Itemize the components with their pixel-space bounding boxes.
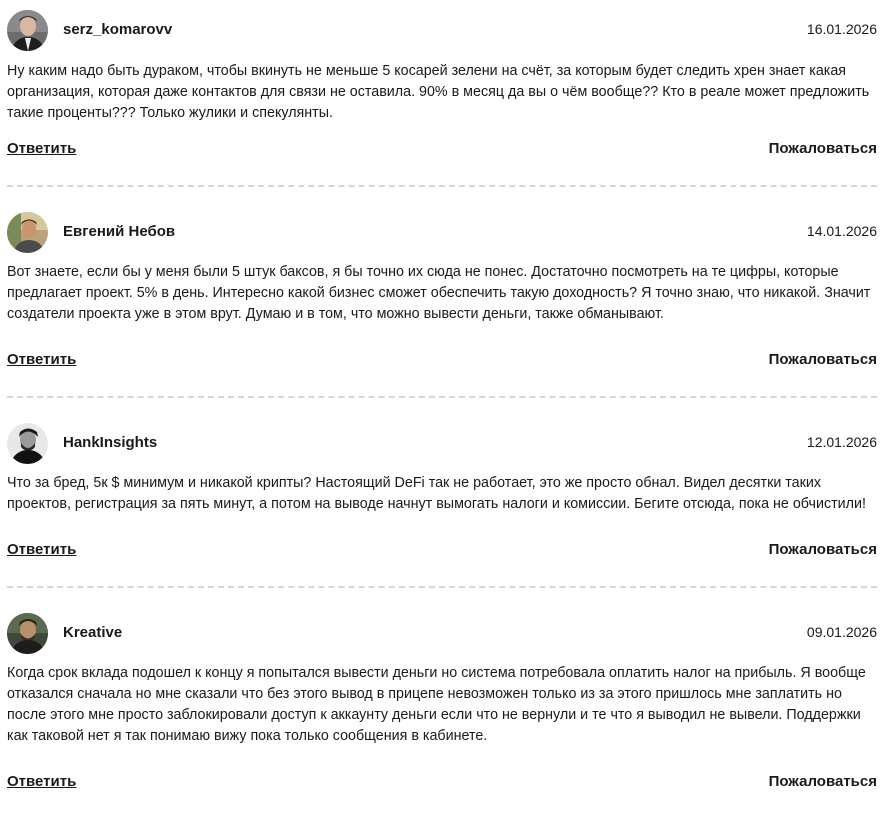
comment-author: serz_komarovv bbox=[63, 21, 173, 38]
comment-text: Ну каким надо быть дураком, чтобы вкинут… bbox=[7, 63, 870, 121]
comment-date: 12.01.2026 bbox=[806, 434, 877, 450]
comment-header: Kreative 09.01.2026 bbox=[7, 613, 877, 655]
comment-author: Kreative bbox=[63, 624, 123, 641]
reply-link[interactable]: Ответить bbox=[7, 351, 76, 368]
comment-actions: Ответить Пожаловаться bbox=[7, 541, 877, 563]
comment-date: 16.01.2026 bbox=[806, 21, 877, 37]
reply-link[interactable]: Ответить bbox=[7, 773, 76, 790]
avatar[interactable] bbox=[7, 212, 48, 253]
comment-date: 14.01.2026 bbox=[806, 223, 877, 239]
report-link[interactable]: Пожаловаться bbox=[769, 140, 877, 157]
comment-header: HankInsights 12.01.2026 bbox=[7, 423, 877, 465]
comment-divider bbox=[7, 185, 877, 187]
comments-list: serz_komarovv 16.01.2026 Ну каким надо б… bbox=[7, 0, 877, 817]
comment-text: Вот знаете, если бы у меня были 5 штук б… bbox=[7, 264, 871, 322]
comment-header: serz_komarovv 16.01.2026 bbox=[7, 10, 877, 52]
avatar[interactable] bbox=[7, 423, 48, 464]
comment: HankInsights 12.01.2026 Что за бред, 5к … bbox=[7, 412, 877, 602]
comment-text: Что за бред, 5к $ минимум и никакой крип… bbox=[7, 475, 866, 512]
avatar[interactable] bbox=[7, 613, 48, 654]
comment-actions: Ответить Пожаловаться bbox=[7, 773, 877, 795]
comment-text: Когда срок вклада подошел к концу я попы… bbox=[7, 665, 866, 744]
comment-actions: Ответить Пожаловаться bbox=[7, 140, 877, 162]
comment: Евгений Небов 14.01.2026 Вот знаете, есл… bbox=[7, 201, 877, 412]
comment-divider bbox=[7, 586, 877, 588]
reply-link[interactable]: Ответить bbox=[7, 140, 76, 157]
comment-author: HankInsights bbox=[63, 434, 158, 451]
comment: Kreative 09.01.2026 Когда срок вклада по… bbox=[7, 602, 877, 817]
comment-header: Евгений Небов 14.01.2026 bbox=[7, 212, 877, 254]
reply-link[interactable]: Ответить bbox=[7, 541, 76, 558]
comment: serz_komarovv 16.01.2026 Ну каким надо б… bbox=[7, 0, 877, 201]
comment-author: Евгений Небов bbox=[63, 223, 176, 240]
avatar[interactable] bbox=[7, 10, 48, 51]
comment-divider bbox=[7, 396, 877, 398]
comment-date: 09.01.2026 bbox=[806, 624, 877, 640]
report-link[interactable]: Пожаловаться bbox=[769, 541, 877, 558]
report-link[interactable]: Пожаловаться bbox=[769, 773, 877, 790]
comment-actions: Ответить Пожаловаться bbox=[7, 351, 877, 373]
report-link[interactable]: Пожаловаться bbox=[769, 351, 877, 368]
